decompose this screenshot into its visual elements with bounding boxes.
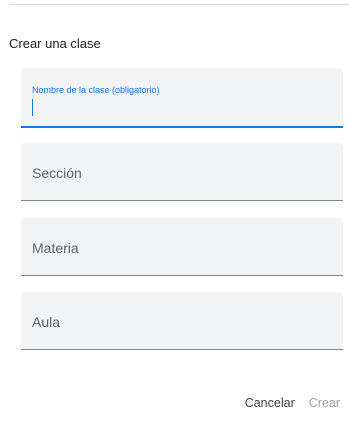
subject-placeholder: Materia [32,240,79,256]
section-placeholder: Sección [32,165,82,181]
room-field[interactable]: Aula [21,292,343,350]
room-placeholder: Aula [32,314,61,330]
subject-field[interactable]: Materia [21,218,343,276]
dialog-title: Crear una clase [9,36,101,51]
create-button[interactable]: Crear [309,396,340,410]
create-class-dialog: Crear una clase Nombre de la clase (obli… [9,0,349,424]
cancel-button[interactable]: Cancelar [245,396,295,410]
dialog-top-divider [9,4,349,5]
text-caret [32,99,33,116]
class-name-field[interactable]: Nombre de la clase (obligatorio) [21,68,343,128]
dialog-actions: Cancelar Crear [245,396,340,410]
class-name-label: Nombre de la clase (obligatorio) [32,85,160,95]
section-field[interactable]: Sección [21,143,343,201]
